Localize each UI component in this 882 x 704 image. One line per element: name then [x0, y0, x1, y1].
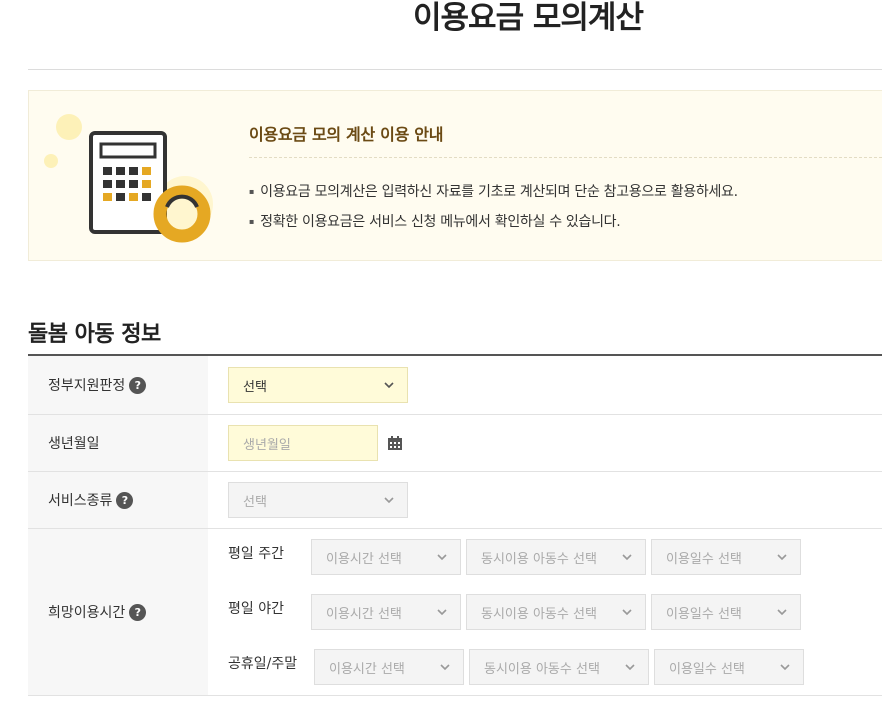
children-select-value: 동시이용 아동수 선택 — [481, 606, 597, 622]
hours-label: 희망이용시간 ? — [28, 529, 208, 695]
chevron-down-icon — [625, 664, 635, 671]
time-select-value: 이용시간 선택 — [326, 606, 402, 622]
days-select-value: 이용일수 선택 — [669, 661, 745, 677]
gov-support-row: 정부지원판정 ? 선택 — [28, 356, 882, 415]
time-select-value: 이용시간 선택 — [329, 661, 405, 677]
birth-date-row: 생년월일 생년월일 — [28, 415, 882, 472]
notice-item: 이용요금 모의계산은 입력하신 자료를 기초로 계산되며 단순 참고용으로 활용… — [249, 177, 738, 207]
gov-support-select[interactable]: 선택 — [228, 367, 408, 403]
days-select[interactable]: 이용일수 선택 — [651, 594, 801, 630]
birth-date-label-text: 생년월일 — [48, 436, 100, 452]
hours-grid: 평일 주간 이용시간 선택 동시이용 아동수 선택 이용일수 선택 평일 야간 … — [228, 539, 809, 685]
birth-date-cell: 생년월일 — [208, 415, 882, 471]
help-icon[interactable]: ? — [116, 491, 134, 509]
service-type-select[interactable]: 선택 — [228, 482, 408, 518]
days-select[interactable]: 이용일수 선택 — [654, 649, 804, 685]
children-select-value: 동시이용 아동수 선택 — [484, 661, 600, 677]
service-type-row: 서비스종류 ? 선택 — [28, 472, 882, 529]
gov-support-cell: 선택 — [208, 356, 882, 414]
page-title: 이용요금 모의계산 — [413, 0, 644, 36]
chevron-down-icon — [384, 497, 394, 504]
birth-date-placeholder: 생년월일 — [243, 437, 291, 453]
weekday-night-row: 평일 야간 이용시간 선택 동시이용 아동수 선택 이용일수 선택 — [228, 594, 809, 630]
chevron-down-icon — [440, 664, 450, 671]
calendar-icon[interactable] — [387, 435, 403, 451]
chevron-down-icon — [777, 609, 787, 616]
weekday-day-label: 평일 주간 — [228, 546, 284, 562]
time-select[interactable]: 이용시간 선택 — [311, 539, 461, 575]
time-select[interactable]: 이용시간 선택 — [311, 594, 461, 630]
days-select-value: 이용일수 선택 — [666, 606, 742, 622]
hours-label-text: 희망이용시간 — [48, 605, 126, 621]
weekday-night-label: 평일 야간 — [228, 601, 284, 617]
days-select[interactable]: 이용일수 선택 — [651, 539, 801, 575]
weekday-day-row: 평일 주간 이용시간 선택 동시이용 아동수 선택 이용일수 선택 — [228, 539, 809, 575]
help-icon[interactable]: ? — [129, 376, 147, 394]
holiday-row: 공휴일/주말 이용시간 선택 동시이용 아동수 선택 이용일수 선택 — [228, 649, 809, 685]
holiday-label: 공휴일/주말 — [228, 656, 298, 672]
children-select[interactable]: 동시이용 아동수 선택 — [469, 649, 649, 685]
service-type-label-text: 서비스종류 — [48, 493, 113, 509]
service-type-value: 선택 — [243, 494, 267, 510]
chevron-down-icon — [384, 382, 394, 389]
children-select[interactable]: 동시이용 아동수 선택 — [466, 539, 646, 575]
chevron-down-icon — [437, 554, 447, 561]
hours-cell: 평일 주간 이용시간 선택 동시이용 아동수 선택 이용일수 선택 평일 야간 … — [208, 529, 882, 695]
chevron-down-icon — [622, 609, 632, 616]
notice-item: 정확한 이용요금은 서비스 신청 메뉴에서 확인하실 수 있습니다. — [249, 207, 738, 237]
title-divider — [28, 69, 882, 70]
service-type-cell: 선택 — [208, 472, 882, 528]
time-select-value: 이용시간 선택 — [326, 551, 402, 567]
gov-support-value: 선택 — [243, 379, 267, 395]
children-select[interactable]: 동시이용 아동수 선택 — [466, 594, 646, 630]
children-select-value: 동시이용 아동수 선택 — [481, 551, 597, 567]
notice-divider — [249, 157, 882, 158]
notice-box: 이용요금 모의 계산 이용 안내 이용요금 모의계산은 입력하신 자료를 기초로… — [28, 90, 882, 261]
section-title: 돌봄 아동 정보 — [28, 322, 161, 347]
notice-title: 이용요금 모의 계산 이용 안내 — [249, 125, 444, 144]
chevron-down-icon — [780, 664, 790, 671]
service-type-label: 서비스종류 ? — [28, 472, 208, 528]
calculator-icon — [44, 114, 213, 243]
time-select[interactable]: 이용시간 선택 — [314, 649, 464, 685]
gov-support-label-text: 정부지원판정 — [48, 378, 126, 394]
days-select-value: 이용일수 선택 — [666, 551, 742, 567]
chevron-down-icon — [437, 609, 447, 616]
birth-date-label: 생년월일 — [28, 415, 208, 471]
notice-list: 이용요금 모의계산은 입력하신 자료를 기초로 계산되며 단순 참고용으로 활용… — [249, 177, 738, 237]
hours-row: 희망이용시간 ? 평일 주간 이용시간 선택 동시이용 아동수 선택 이용일수 … — [28, 529, 882, 696]
help-icon[interactable]: ? — [129, 603, 147, 621]
chevron-down-icon — [777, 554, 787, 561]
chevron-down-icon — [622, 554, 632, 561]
gov-support-label: 정부지원판정 ? — [28, 356, 208, 414]
child-info-form: 정부지원판정 ? 선택 생년월일 생년월일 서비스종류 ? 선택 희망이용시간 … — [28, 354, 882, 696]
birth-date-input[interactable]: 생년월일 — [228, 425, 378, 461]
